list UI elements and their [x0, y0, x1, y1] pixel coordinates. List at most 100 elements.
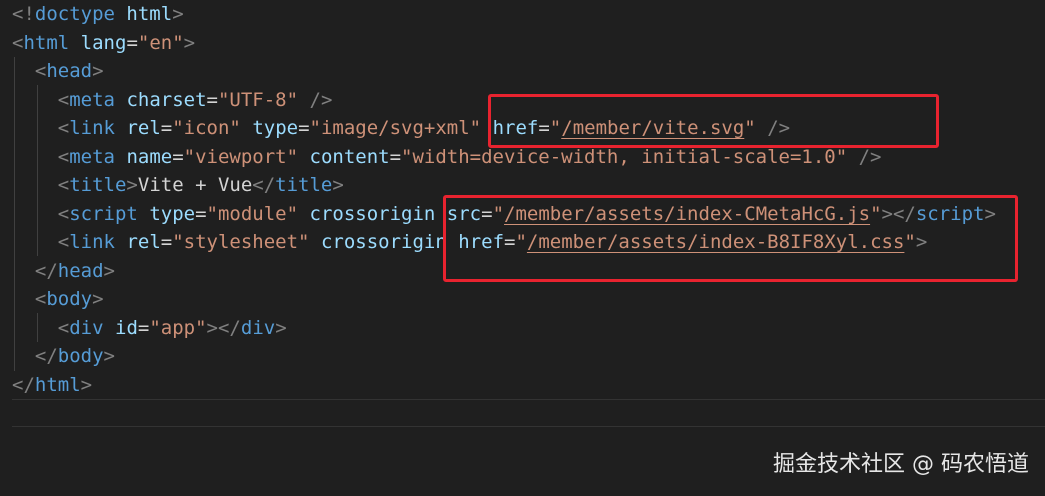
code-token: body [46, 288, 93, 310]
code-token: = [389, 145, 402, 168]
code-token: ></ [206, 316, 241, 339]
code-token: > [103, 345, 115, 367]
code-token: </ [34, 259, 58, 282]
code-line[interactable]: </html> [12, 371, 92, 399]
code-token: html [34, 373, 81, 396]
code-token: "en" [137, 31, 184, 54]
code-token: > [183, 31, 196, 54]
code-token: content [309, 145, 390, 168]
code-token: html [126, 3, 173, 25]
code-token: "width=device-width, initial-scale=1.0" [401, 145, 848, 168]
code-token: title [69, 174, 127, 196]
code-token: lang [80, 31, 127, 54]
code-line[interactable]: <meta charset="UTF-8" /> [12, 86, 333, 114]
code-token: > [103, 259, 115, 282]
code-token: rel [126, 231, 161, 253]
current-line-highlight [12, 399, 1045, 427]
code-line[interactable]: <html lang="en"> [12, 29, 195, 57]
code-token: link [69, 117, 115, 139]
code-token: link [69, 231, 115, 253]
code-line[interactable]: <div id="app"></div> [12, 314, 287, 342]
code-line[interactable]: <body> [12, 285, 104, 313]
code-token: = [206, 88, 218, 111]
code-token: < [57, 316, 70, 339]
code-line[interactable]: </head> [12, 257, 115, 285]
code-token: > [275, 316, 287, 339]
code-token: "app" [149, 316, 207, 339]
code-token: crossorigin [320, 231, 447, 253]
code-token: < [57, 145, 70, 168]
code-token: = [160, 231, 173, 253]
code-token: Vite + Vue [137, 174, 253, 196]
code-token: title [275, 174, 333, 196]
code-token: > [92, 288, 104, 310]
code-token: rel [126, 117, 161, 139]
code-token: <! [12, 3, 35, 25]
watermark-text: 掘金技术社区 @ 码农悟道 [773, 452, 1029, 477]
code-token: = [172, 145, 184, 168]
highlight-box-assets [443, 195, 1018, 282]
code-token: > [172, 3, 184, 25]
code-token: html [23, 31, 70, 54]
code-token: > [126, 174, 138, 196]
code-token: head [57, 259, 104, 282]
code-line[interactable]: <title>Vite + Vue</title> [12, 171, 344, 199]
code-token: "viewport" [183, 145, 299, 168]
highlight-box-href [488, 94, 939, 148]
code-line[interactable]: <!doctype html> [12, 0, 184, 28]
code-token: "module" [206, 202, 299, 225]
code-line[interactable]: </body> [12, 342, 115, 370]
code-token: doctype [34, 3, 115, 25]
code-token: body [57, 345, 104, 367]
code-token: = [160, 117, 173, 139]
code-token: /> [309, 88, 333, 111]
code-token: < [57, 231, 70, 253]
code-token: meta [69, 88, 115, 111]
code-token: < [57, 202, 70, 225]
code-token: </ [34, 345, 58, 367]
code-line[interactable]: <head> [12, 57, 104, 85]
code-token: </ [252, 174, 276, 196]
code-editor[interactable]: <!doctype html> <html lang="en"> <head> <… [0, 0, 1045, 496]
code-token: > [80, 373, 93, 396]
code-token: id [115, 316, 138, 339]
code-token: "UTF-8" [217, 88, 299, 111]
code-token: </ [12, 373, 35, 396]
code-token: = [137, 316, 150, 339]
code-token: div [69, 316, 104, 339]
code-token: = [298, 117, 310, 139]
code-token: < [57, 117, 70, 139]
code-token: charset [126, 88, 207, 111]
code-token: type [252, 117, 299, 139]
code-token: type [149, 202, 196, 225]
code-token: "stylesheet" [172, 231, 310, 253]
code-token: head [46, 60, 93, 82]
code-token: = [195, 202, 207, 225]
code-token: < [12, 31, 24, 54]
code-token: < [57, 174, 70, 196]
code-token: < [57, 88, 70, 111]
code-token: > [332, 174, 344, 196]
code-token: "icon" [172, 117, 241, 139]
code-token: script [69, 202, 138, 225]
